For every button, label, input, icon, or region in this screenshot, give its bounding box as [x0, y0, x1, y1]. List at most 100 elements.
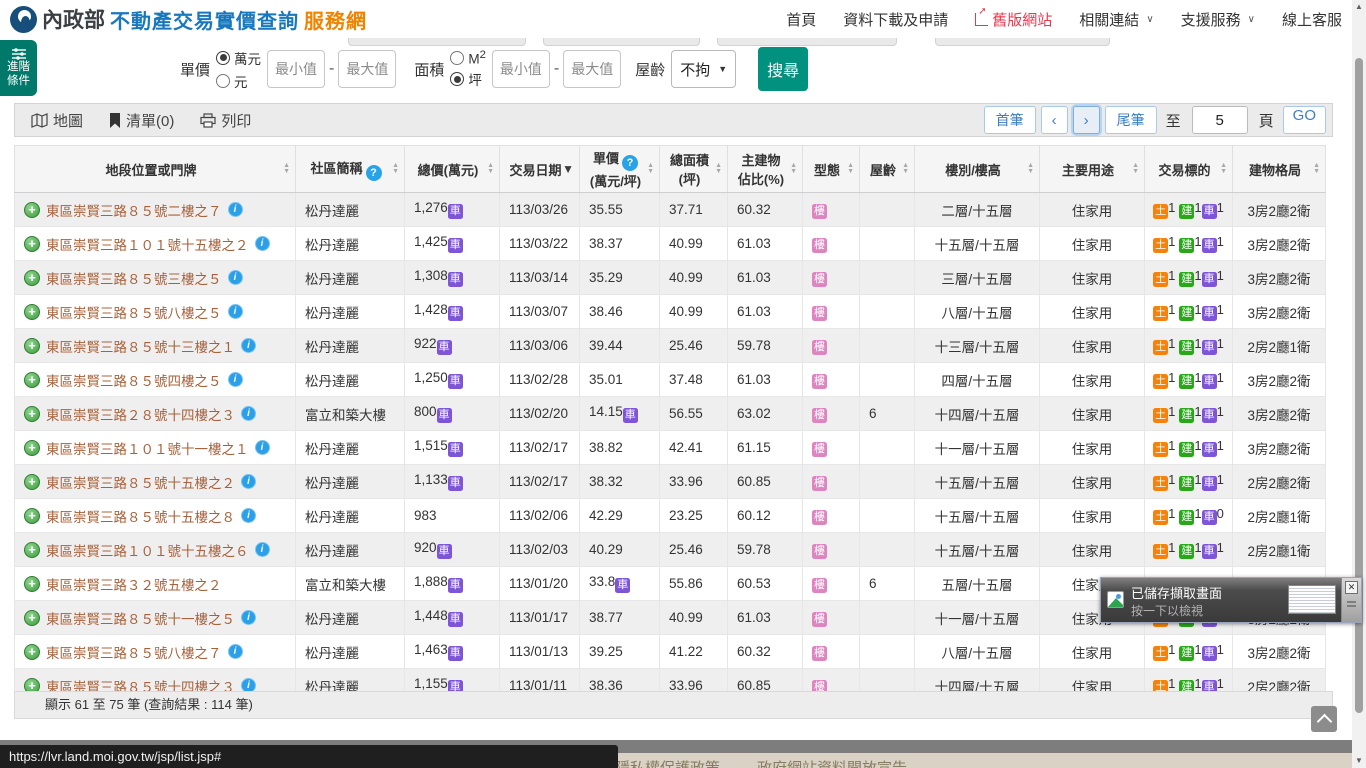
radio-wan[interactable]: 萬元 [216, 48, 261, 68]
col-unit-price[interactable]: 單價? (萬元/坪) ▲ ▼ [579, 145, 660, 193]
expand-row-icon[interactable]: + [24, 337, 40, 354]
radio-wan-icon[interactable] [216, 50, 231, 65]
unit-price-max-input[interactable] [338, 50, 397, 88]
last-page-button[interactable]: 尾筆 [1104, 106, 1157, 134]
expand-row-icon[interactable]: + [24, 541, 40, 558]
sort-icon[interactable]: ▲ ▼ [902, 162, 909, 175]
info-icon[interactable]: i [241, 338, 256, 353]
info-icon[interactable]: i [227, 304, 243, 319]
address-link[interactable]: 東區崇賢三路３２號五樓之２ [46, 574, 222, 594]
scrollbar[interactable]: ▲ ▼ [1352, 0, 1366, 768]
col-layout[interactable]: 建物格局 ▲ ▼ [1232, 145, 1326, 193]
info-icon[interactable]: i [241, 474, 256, 489]
info-icon[interactable]: i [254, 542, 270, 557]
footer-link-opendata[interactable]: 政府網站資料開放宣告 [757, 757, 907, 768]
col-type[interactable]: 型態 ▲ ▼ [802, 145, 860, 193]
expand-row-icon[interactable]: + [24, 643, 40, 660]
scroll-down-arrow[interactable]: ▼ [1352, 754, 1366, 768]
col-total-price[interactable]: 總價(萬元) ▲ ▼ [404, 145, 500, 193]
address-link[interactable]: 東區崇賢三路８５號十五樓之８ [46, 506, 235, 526]
nav-support[interactable]: 支援服務 [1181, 9, 1255, 30]
sort-icon[interactable]: ▲ ▼ [1027, 162, 1034, 175]
address-link[interactable]: 東區崇賢三路８５號十五樓之２ [46, 472, 235, 492]
expand-row-icon[interactable]: + [24, 405, 40, 422]
screenshot-saved-toast[interactable]: 已儲存擷取畫面 按一下以檢視 ✕ [1100, 577, 1362, 623]
address-link[interactable]: 東區崇賢三路８５號十一樓之５ [46, 608, 235, 628]
close-icon[interactable]: ✕ [1345, 581, 1359, 594]
next-page-button[interactable]: › [1072, 106, 1100, 134]
radio-ping-icon[interactable] [450, 72, 465, 87]
nav-online-service[interactable]: 線上客服 [1282, 9, 1342, 30]
col-age[interactable]: 屋齡 ▲ ▼ [859, 145, 915, 193]
sort-icon[interactable]: ▲ ▼ [283, 162, 290, 175]
expand-row-icon[interactable]: + [24, 235, 40, 252]
expand-row-icon[interactable]: + [24, 269, 40, 286]
sort-icon[interactable]: ▲ ▼ [1132, 162, 1139, 175]
address-link[interactable]: 東區崇賢三路８５號三樓之５ [46, 268, 222, 288]
back-to-top-button[interactable] [1311, 706, 1337, 732]
info-icon[interactable]: i [227, 372, 243, 387]
help-icon[interactable]: ? [365, 164, 382, 181]
expand-row-icon[interactable]: + [24, 303, 40, 320]
nav-home[interactable]: 首頁 [786, 9, 816, 30]
sort-icon[interactable]: ▲ ▼ [1313, 162, 1320, 175]
expand-row-icon[interactable]: + [24, 439, 40, 456]
radio-m2[interactable]: M2 [450, 49, 486, 66]
area-max-input[interactable] [563, 50, 622, 88]
radio-ping[interactable]: 坪 [450, 69, 486, 89]
nav-download[interactable]: 資料下載及申請 [843, 9, 948, 30]
address-link[interactable]: 東區崇賢三路８５號四樓之５ [46, 370, 222, 390]
info-icon[interactable]: i [241, 508, 256, 523]
go-button[interactable]: GO [1282, 106, 1326, 134]
sort-icon[interactable]: ▲ ▼ [790, 162, 797, 175]
expand-row-icon[interactable]: + [24, 473, 40, 490]
info-icon[interactable]: i [227, 644, 243, 659]
radio-yuan[interactable]: 元 [216, 71, 261, 91]
expand-row-icon[interactable]: + [24, 609, 40, 626]
sort-icon[interactable]: ▲ ▼ [847, 162, 854, 175]
expand-row-icon[interactable]: + [24, 201, 40, 218]
col-total-area[interactable]: 總面積 (坪) ▲ ▼ [659, 145, 728, 193]
col-address[interactable]: 地段位置或門牌 ▲ ▼ [14, 145, 296, 193]
radio-m2-icon[interactable] [450, 50, 465, 65]
nav-old-site[interactable]: 舊版網站 [975, 6, 1052, 30]
expand-row-icon[interactable]: + [24, 371, 40, 388]
scroll-up-arrow[interactable]: ▲ [1352, 0, 1366, 14]
sort-icon[interactable]: ▲ ▼ [487, 162, 494, 175]
prev-page-button[interactable]: ‹ [1040, 106, 1068, 134]
print-button[interactable]: 列印 [200, 110, 251, 131]
sort-icon[interactable]: ▲ ▼ [647, 162, 654, 175]
info-icon[interactable]: i [254, 440, 270, 455]
info-icon[interactable]: i [241, 406, 256, 421]
address-link[interactable]: 東區崇賢三路１０１號十五樓之２ [46, 234, 249, 254]
address-link[interactable]: 東區崇賢三路１０１號十五樓之６ [46, 540, 249, 560]
unit-price-min-input[interactable] [267, 50, 326, 88]
expand-row-icon[interactable]: + [24, 507, 40, 524]
sort-icon[interactable]: ▲ ▼ [392, 162, 399, 175]
screenshot-thumbnail[interactable] [1288, 585, 1337, 614]
address-link[interactable]: 東區崇賢三路８５號十三樓之１ [46, 336, 235, 356]
nav-related-links[interactable]: 相關連結 [1079, 9, 1153, 30]
address-link[interactable]: 東區崇賢三路８５號八樓之５ [46, 302, 222, 322]
info-icon[interactable]: i [241, 610, 256, 625]
sort-icon[interactable]: ▲ ▼ [715, 162, 722, 175]
area-min-input[interactable] [491, 50, 550, 88]
search-button[interactable]: 搜尋 [758, 47, 809, 91]
age-select[interactable]: 不拘 ▼ [671, 50, 737, 88]
address-link[interactable]: 東區崇賢三路１０１號十一樓之１ [46, 438, 249, 458]
sort-desc-icon[interactable]: ▼ [562, 163, 574, 175]
col-main-ratio[interactable]: 主建物 佔比(%) ▲ ▼ [727, 145, 803, 193]
help-icon[interactable]: ? [622, 155, 638, 171]
info-icon[interactable]: i [227, 270, 243, 285]
footer-link-privacy[interactable]: 隱私權保護政策 [615, 757, 720, 768]
page-number-input[interactable] [1191, 106, 1248, 134]
address-link[interactable]: 東區崇賢三路８５號八樓之７ [46, 642, 222, 662]
first-page-button[interactable]: 首筆 [983, 106, 1036, 134]
info-icon[interactable]: i [254, 236, 270, 251]
saved-list-button[interactable]: 清單(0) [109, 110, 174, 131]
col-community[interactable]: 社區簡稱? ▲ ▼ [295, 145, 405, 193]
site-logo[interactable]: 內政部 不動產交易實價查詢 服務網 [10, 4, 367, 34]
address-link[interactable]: 東區崇賢三路８５號二樓之７ [46, 200, 222, 220]
info-icon[interactable]: i [227, 202, 243, 217]
address-link[interactable]: 東區崇賢三路２８號十四樓之３ [46, 404, 235, 424]
